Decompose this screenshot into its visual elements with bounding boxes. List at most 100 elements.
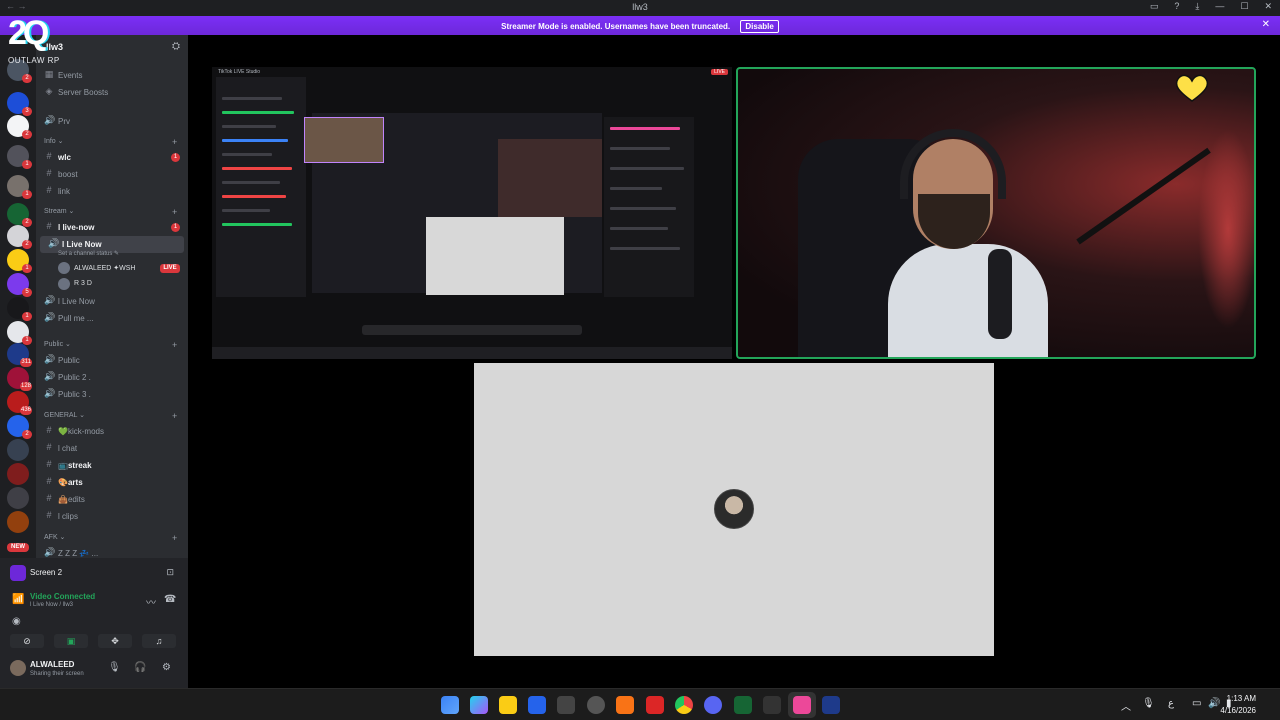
webcam-tile[interactable] [736, 67, 1256, 359]
minimize-icon[interactable]: — [1215, 1, 1224, 12]
krisp-icon[interactable]: ◉ [12, 616, 21, 627]
avatar[interactable] [10, 660, 26, 676]
discord-icon[interactable] [704, 696, 722, 714]
tray-mic-icon[interactable]: 🎙 [1142, 698, 1155, 709]
channel-item[interactable]: ▦ Events [36, 67, 188, 84]
category-name: Stream ⌄ [44, 208, 75, 215]
server-icon[interactable]: 2 [7, 115, 32, 139]
server-icon[interactable]: 311 [7, 343, 32, 367]
webcam-lamp [1198, 129, 1254, 329]
channel-item[interactable]: 🔊 Pull me ... [36, 310, 188, 327]
server-icon[interactable] [7, 439, 29, 461]
server-icon[interactable]: 128 [7, 367, 32, 391]
channel-item[interactable]: 🔊 Public 3 . [36, 386, 188, 403]
voice-location[interactable]: l Live Now / llw3 [30, 602, 73, 608]
server-icon[interactable] [7, 511, 29, 533]
stream-live-chat [604, 117, 694, 297]
start-icon[interactable] [441, 696, 459, 714]
channel-category[interactable]: GENERAL ⌄ + [44, 411, 177, 421]
channel-item[interactable]: # 👜edits [36, 491, 188, 508]
channel-category[interactable]: AFK ⌄ + [44, 533, 177, 543]
channel-item[interactable]: # link [36, 183, 188, 200]
channel-item[interactable]: # 📺streak [36, 457, 188, 474]
channel-item[interactable]: # 🎨arts [36, 474, 188, 491]
steam-icon[interactable] [822, 696, 840, 714]
screen-share-item[interactable]: Screen 2 ⊡ [10, 564, 178, 582]
terminal-icon[interactable] [734, 696, 752, 714]
disconnect-icon[interactable]: ☎ [164, 594, 176, 605]
channel-item[interactable]: # l live-now 1 [36, 219, 188, 236]
inbox-icon[interactable]: ▭ [1150, 1, 1159, 12]
add-channel-icon[interactable]: + [172, 411, 177, 421]
server-icon[interactable]: 1 [7, 321, 32, 345]
add-channel-icon[interactable]: + [172, 207, 177, 217]
noise-suppression-icon[interactable]: 〰 [146, 594, 156, 609]
server-icon[interactable]: 2 [7, 415, 32, 439]
share-screen-icon[interactable]: ▣ [54, 634, 88, 648]
server-icon[interactable] [7, 463, 29, 485]
calculator-icon[interactable] [557, 696, 575, 714]
camera-off-icon[interactable]: ⊘ [10, 634, 44, 648]
store-icon[interactable] [528, 696, 546, 714]
copilot-icon[interactable] [470, 696, 488, 714]
headphones-icon[interactable]: 🎧 [134, 662, 146, 673]
add-channel-icon[interactable]: + [172, 340, 177, 350]
mention-badge: 1 [22, 312, 32, 321]
server-icon[interactable]: 1 [7, 297, 32, 321]
channel-item[interactable]: # 💚kick-mods [36, 423, 188, 440]
obs-icon[interactable] [587, 696, 605, 714]
add-channel-icon[interactable]: + [172, 533, 177, 543]
tray-chevron-icon[interactable]: ︿ [1121, 698, 1131, 713]
maximize-icon[interactable]: ☐ [1240, 1, 1248, 12]
channel-item[interactable]: 🔊 l Live Now [36, 293, 188, 310]
invite-people-icon[interactable]: ⛭ [172, 41, 180, 52]
close-banner-icon[interactable]: ✕ [1262, 19, 1270, 30]
close-window-icon[interactable]: ✕ [1264, 1, 1272, 12]
signal-icon[interactable]: 📶 [12, 594, 24, 605]
channel-item[interactable]: 🔊 Prv [36, 113, 188, 130]
server-icon[interactable]: 2 [7, 225, 32, 249]
server-icon[interactable] [7, 487, 29, 509]
add-channel-icon[interactable]: + [172, 137, 177, 147]
channel-item[interactable]: 🔊 Public 2 . [36, 369, 188, 386]
server-icon[interactable]: 3 [7, 92, 32, 116]
channel-item[interactable]: # l clips [36, 508, 188, 525]
system-clock[interactable]: 1:13 AM 4/16/2026 [1220, 693, 1256, 717]
channel-status-text[interactable]: Set a channel status ✎ [58, 250, 119, 257]
chrome-icon[interactable] [675, 696, 693, 714]
channel-item[interactable]: 🔊 Public [36, 352, 188, 369]
mention-badge: 2 [22, 430, 32, 439]
tray-volume-icon[interactable]: 🔊 [1208, 698, 1220, 709]
channel-category[interactable]: Public ⌄ + [44, 340, 177, 350]
tray-network-icon[interactable]: ▭ [1192, 698, 1201, 709]
channel-category[interactable]: Stream ⌄ + [44, 207, 177, 217]
affinity-icon[interactable] [646, 696, 664, 714]
channel-category[interactable]: Info ⌄ + [44, 137, 177, 147]
download-icon[interactable]: ⤓ [1195, 1, 1199, 12]
brave-icon[interactable] [616, 696, 634, 714]
server-icon[interactable]: 436 [7, 391, 32, 415]
channel-item[interactable]: # wlc 1 [36, 149, 188, 166]
screen-share-tile[interactable]: TikTok LIVE Studio LIVE [212, 67, 732, 359]
channel-item[interactable]: # l chat [36, 440, 188, 457]
participant-tile[interactable] [474, 363, 994, 656]
voice-user[interactable]: R 3 D [58, 277, 184, 291]
capcut-icon[interactable] [763, 696, 781, 714]
help-icon[interactable]: ? [1174, 1, 1179, 12]
server-icon[interactable]: 1 [7, 175, 32, 199]
server-icon[interactable]: 1 [7, 249, 32, 273]
settings-gear-icon[interactable]: ⚙ [162, 662, 171, 673]
server-icon[interactable]: 1 [7, 145, 32, 169]
server-icon[interactable]: 2 [7, 203, 32, 227]
server-icon[interactable]: 5 [7, 273, 32, 297]
stop-stream-icon[interactable]: ⊡ [166, 567, 174, 578]
soundboard-icon[interactable]: ♫ [142, 634, 176, 648]
tray-keyboard-icon[interactable]: ع [1168, 698, 1174, 709]
channel-item[interactable]: # boost [36, 166, 188, 183]
file-explorer-icon[interactable] [499, 696, 517, 714]
disable-streamer-mode-button[interactable]: Disable [740, 20, 779, 33]
channel-item[interactable]: ◈ Server Boosts [36, 84, 188, 101]
activities-icon[interactable]: ✥ [98, 634, 132, 648]
microphone-icon[interactable]: 🎙 [108, 662, 121, 673]
tiktok-live-icon[interactable] [793, 696, 811, 714]
